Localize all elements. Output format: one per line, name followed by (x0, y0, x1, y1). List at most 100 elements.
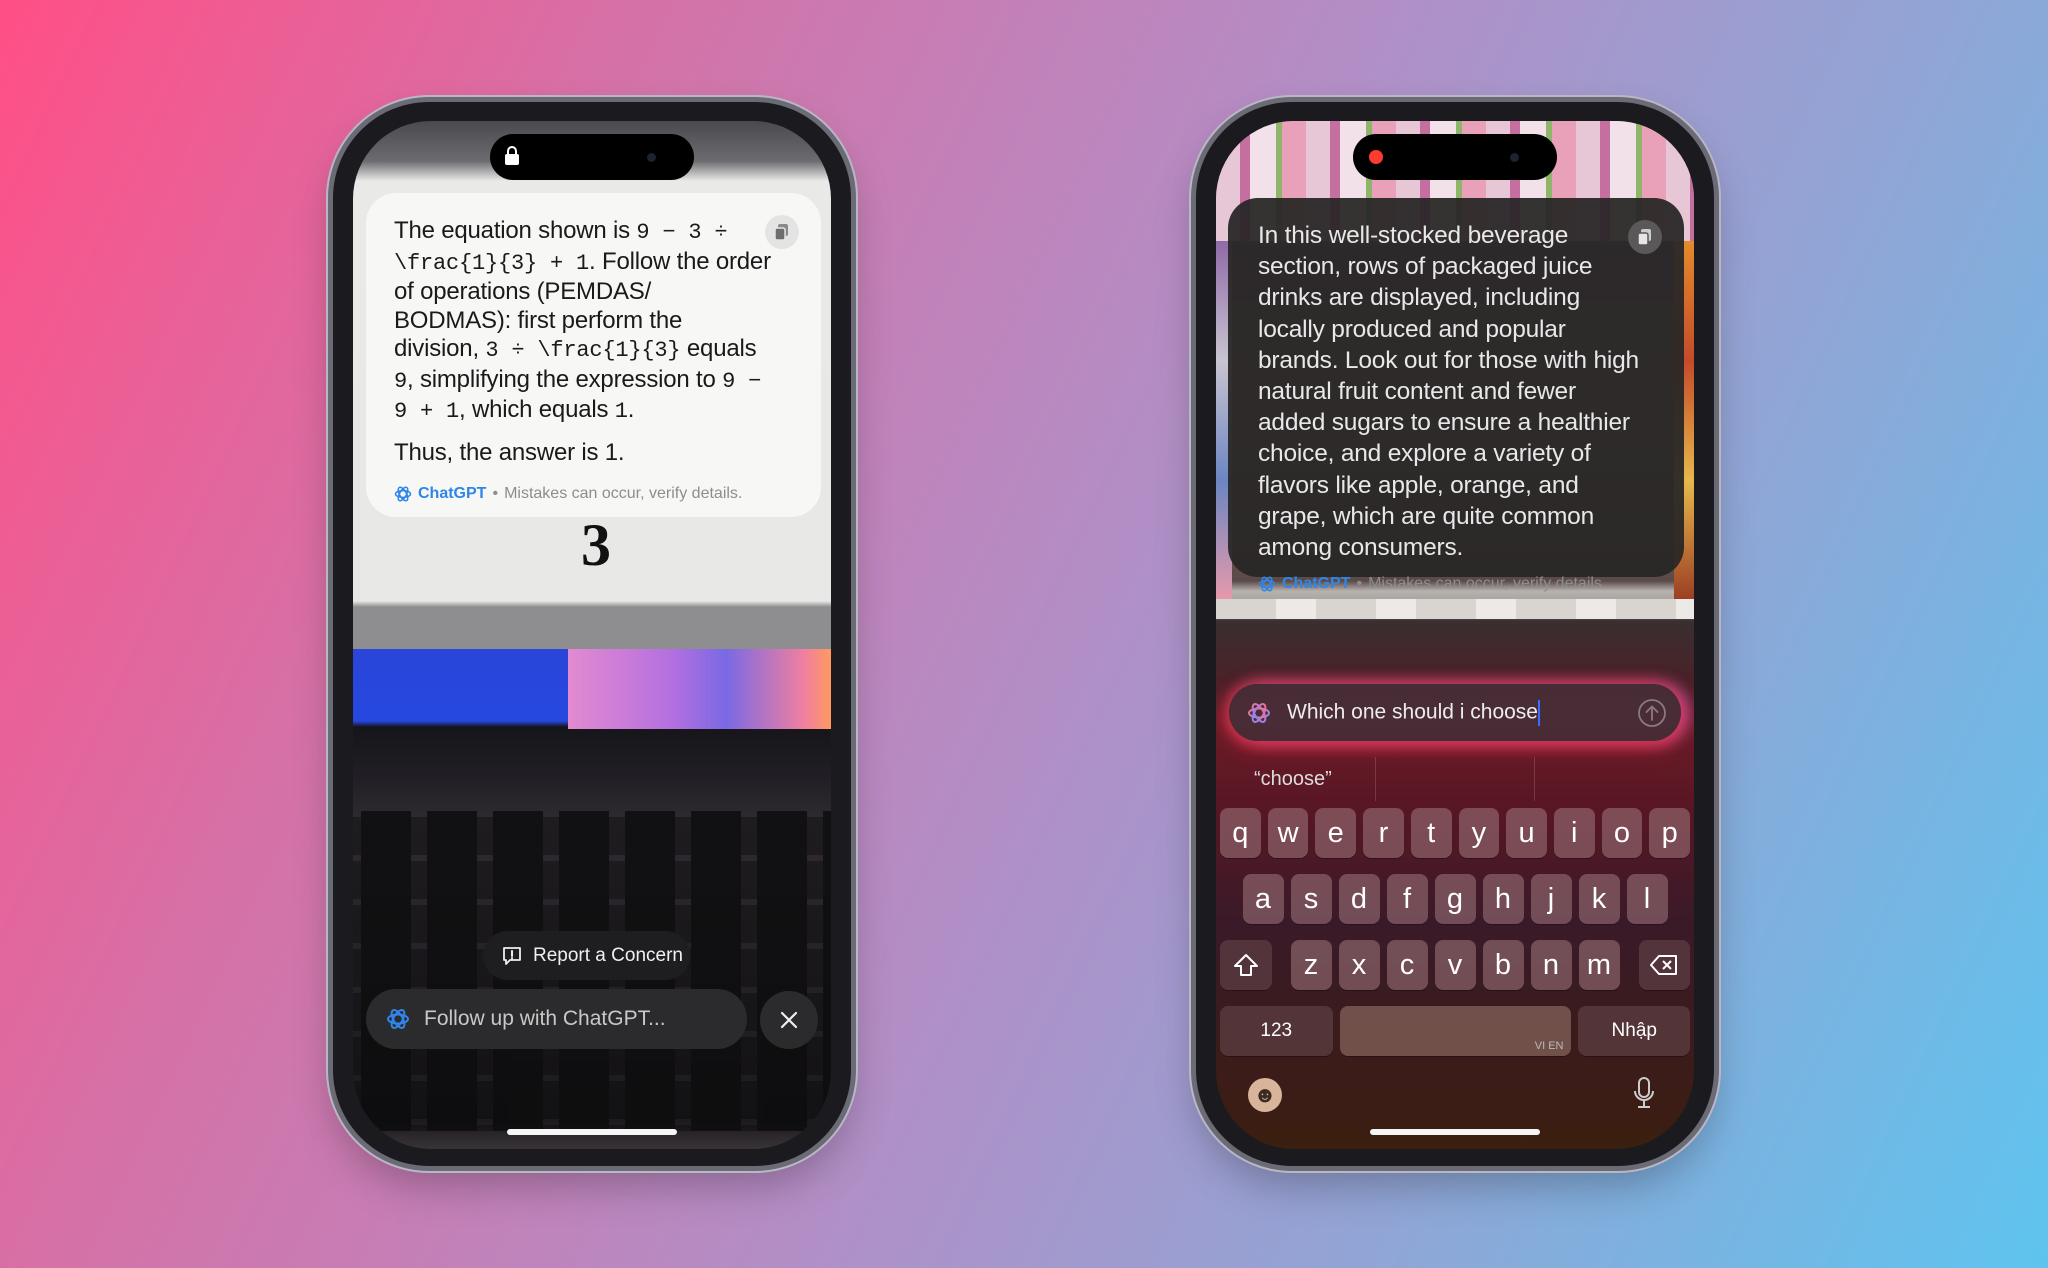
home-indicator[interactable] (507, 1129, 677, 1135)
report-concern-button[interactable]: Report a Concern (483, 931, 690, 980)
key-b[interactable]: b (1482, 940, 1524, 990)
home-indicator[interactable] (1370, 1129, 1540, 1135)
copy-button[interactable] (765, 215, 799, 249)
key-t[interactable]: t (1410, 808, 1452, 858)
emoji-button[interactable]: ☻ (1248, 1078, 1282, 1112)
microphone-icon[interactable] (1632, 1076, 1656, 1110)
key-r[interactable]: r (1363, 808, 1404, 858)
followup-input[interactable]: Follow up with ChatGPT... (366, 989, 747, 1049)
photo-digit: 3 (581, 512, 611, 578)
lock-icon (505, 146, 519, 165)
camera-lens (1510, 153, 1519, 162)
copy-button[interactable] (1628, 220, 1662, 254)
key-w[interactable]: w (1267, 808, 1309, 858)
enter-key[interactable]: Nhập (1578, 1006, 1690, 1056)
key-m[interactable]: m (1578, 940, 1620, 990)
close-button[interactable] (760, 991, 818, 1049)
key-i[interactable]: i (1553, 808, 1595, 858)
key-s[interactable]: s (1290, 874, 1332, 924)
left-phone: 3 The equation shown is 9 − 3 ÷ \frac{1}… (333, 102, 851, 1166)
keyboard-row-4: 123 VI EN Nhập (1220, 1006, 1690, 1056)
photo-price-tags (1216, 599, 1694, 619)
answer-text: . (627, 396, 635, 423)
backspace-icon (1650, 955, 1678, 975)
keyboard-row-1: qwertyuiop (1219, 808, 1691, 858)
predictive-bar: “choose” (1216, 757, 1694, 801)
suggestion-1[interactable]: “choose” (1216, 757, 1375, 801)
chatgpt-logo-icon (1258, 576, 1276, 592)
key-v[interactable]: v (1434, 940, 1476, 990)
dynamic-island (490, 134, 694, 180)
chatgpt-brand: ChatGPT (418, 485, 487, 502)
answer-paragraph: In this well-stocked beverage section, r… (1258, 222, 1639, 562)
language-hint: VI EN (1534, 1040, 1564, 1052)
close-icon (780, 1011, 798, 1029)
chatgpt-answer-card: The equation shown is 9 − 3 ÷ \frac{1}{3… (366, 193, 821, 517)
text-caret (1538, 699, 1540, 726)
right-phone: In this well-stocked beverage section, r… (1196, 102, 1714, 1166)
emoji-icon: ☻ (1253, 1082, 1277, 1107)
chatgpt-logo-icon (1248, 702, 1270, 723)
chatgpt-logo-icon (387, 1009, 409, 1029)
send-arrow-icon[interactable] (1637, 698, 1667, 728)
key-p[interactable]: p (1649, 808, 1691, 858)
chat-input[interactable]: Which one should i choose (1229, 684, 1681, 741)
answer-text: equals (680, 335, 757, 362)
photo-laptop-screen (568, 649, 831, 729)
dynamic-island (1353, 134, 1557, 180)
chatgpt-logo-icon (394, 486, 412, 502)
disclaimer: Mistakes can occur, verify details. (1368, 575, 1607, 593)
keyboard-row-2: asdfghjkl (1220, 874, 1690, 924)
key-c[interactable]: c (1386, 940, 1428, 990)
key-q[interactable]: q (1219, 808, 1261, 858)
key-f[interactable]: f (1386, 874, 1428, 924)
key-a[interactable]: a (1242, 874, 1284, 924)
copy-icon (774, 224, 788, 241)
keyboard: qwertyuiop asdfghjkl zxcvbnm 123 VI EN N… (1219, 808, 1691, 1072)
space-key[interactable]: VI EN (1339, 1006, 1572, 1056)
key-j[interactable]: j (1530, 874, 1572, 924)
numbers-key[interactable]: 123 (1220, 1006, 1333, 1056)
key-x[interactable]: x (1338, 940, 1380, 990)
separator: • (492, 485, 499, 502)
key-u[interactable]: u (1506, 808, 1547, 858)
key-n[interactable]: n (1530, 940, 1572, 990)
right-phone-screen: In this well-stocked beverage section, r… (1216, 121, 1694, 1149)
report-label: Report a Concern (533, 944, 683, 966)
left-phone-screen: 3 The equation shown is 9 − 3 ÷ \frac{1}… (353, 121, 831, 1149)
suggestion-2[interactable] (1374, 757, 1535, 801)
recording-indicator-icon (1369, 150, 1383, 164)
delete-key[interactable] (1638, 940, 1690, 990)
disclaimer: Mistakes can occur, verify details. (504, 485, 743, 502)
math-expression: 3 ÷ \frac{1}{3} (485, 338, 681, 363)
key-d[interactable]: d (1338, 874, 1380, 924)
key-e[interactable]: e (1315, 808, 1357, 858)
answer-conclusion: Thus, the answer is 1. (394, 438, 625, 466)
key-z[interactable]: z (1290, 940, 1332, 990)
card-footer: ChatGPT • Mistakes can occur, verify det… (1258, 575, 1654, 593)
separator: • (1356, 575, 1363, 593)
copy-icon (1637, 229, 1651, 246)
key-k[interactable]: k (1578, 874, 1620, 924)
chatgpt-answer-card: In this well-stocked beverage section, r… (1228, 198, 1684, 592)
card-footer: ChatGPT • Mistakes can occur, verify det… (394, 485, 791, 503)
math-expression: 9 (394, 368, 408, 394)
answer-paragraph: The equation shown is 9 − 3 ÷ \frac{1}{3… (394, 217, 791, 427)
keyboard-row-3: zxcvbnm (1220, 940, 1690, 990)
key-o[interactable]: o (1601, 808, 1643, 858)
answer-text: , simplifying the expression to (407, 365, 723, 393)
suggestion-3[interactable] (1534, 757, 1694, 801)
answer-text: The equation shown is (394, 217, 637, 244)
chat-input-value: Which one should i choose (1287, 700, 1538, 724)
followup-placeholder: Follow up with ChatGPT... (424, 1007, 666, 1030)
camera-lens (647, 153, 656, 162)
key-y[interactable]: y (1458, 808, 1500, 858)
key-l[interactable]: l (1626, 874, 1668, 924)
shift-key[interactable] (1220, 940, 1272, 990)
answer-text: , which equals (459, 396, 615, 423)
report-bubble-icon (503, 946, 521, 965)
chatgpt-brand: ChatGPT (1282, 575, 1351, 593)
shift-icon (1233, 954, 1258, 976)
key-g[interactable]: g (1434, 874, 1476, 924)
key-h[interactable]: h (1482, 874, 1524, 924)
